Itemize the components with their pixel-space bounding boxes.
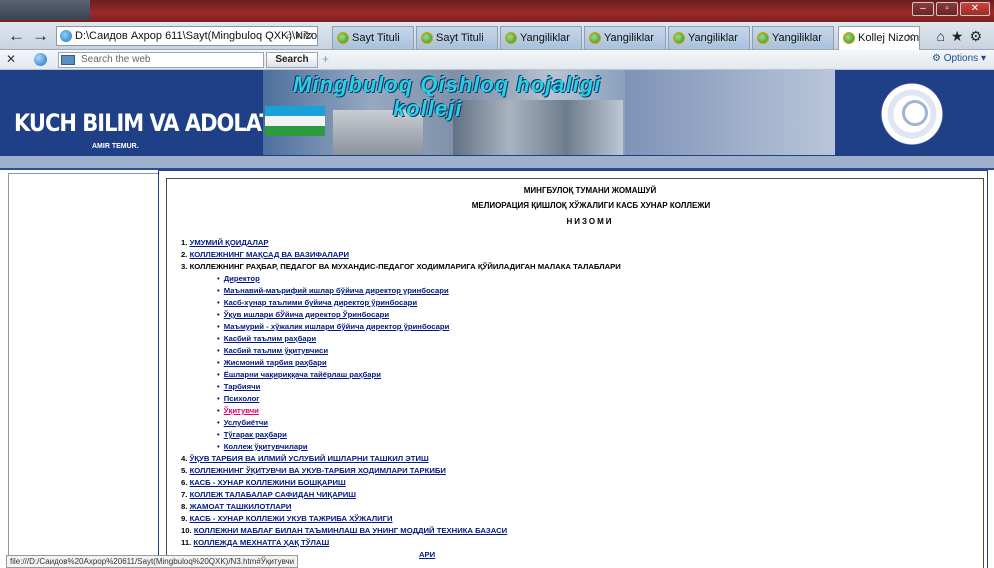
doc-heading-2: МЕЛИОРАЦИЯ ҚИШЛОҚ ХЎЖАЛИГИ КАСБ ХУНАР КО…: [471, 201, 711, 210]
ie-tab-icon: [757, 32, 769, 44]
toc-subitem[interactable]: • Ўқув ишлари бЎйича директор Ўринбосари: [217, 310, 389, 319]
flag-stripe-green: [265, 126, 325, 136]
toc-subitem[interactable]: • Директор: [217, 274, 260, 283]
tab-yangiliklar-1[interactable]: Yangiliklar: [500, 26, 582, 49]
ie-tab-icon: [589, 32, 601, 44]
left-sidebar: [8, 173, 158, 568]
web-search-input[interactable]: Search the web: [58, 52, 264, 68]
doc-heading-1: МИНГБУЛОҚ ТУМАНИ ЖОМАШУЙ: [523, 186, 657, 195]
close-tab-icon[interactable]: ✕: [906, 27, 915, 49]
tab-yangiliklar-4[interactable]: Yangiliklar: [752, 26, 834, 49]
banner-photo: Mingbuloq Qishloq hojaligi kolleji: [263, 70, 625, 155]
toc-subitem[interactable]: • Психолог: [217, 394, 260, 403]
doc-heading-3: НИЗОМИ: [566, 217, 614, 226]
flag-stripe-blue: [265, 106, 325, 116]
tab-yangiliklar-2[interactable]: Yangiliklar: [584, 26, 666, 49]
toc-item[interactable]: 6. КАСБ - ХУНАР КОЛЛЕЖИНИ БОШҚАРИШ: [181, 478, 346, 487]
forward-arrow-icon[interactable]: →: [32, 27, 49, 44]
address-text: D:\Саидов Ахрор 611\Sayt(Mingbuloq QXK)\…: [75, 30, 318, 42]
home-favorites-icons[interactable]: ⌂★⚙: [936, 28, 988, 45]
maximize-button[interactable]: ▫: [936, 2, 958, 16]
back-arrow-icon[interactable]: ←: [8, 27, 25, 44]
tab-sayt-tituli-1[interactable]: Sayt Tituli: [332, 26, 414, 49]
toc-subitem[interactable]: • Маъмурий - хўжалик ишлари бўйича директ…: [217, 322, 449, 331]
toc-subitem[interactable]: • Касбий таълим раҳбари: [217, 334, 316, 343]
toc-subitem[interactable]: • Касб-хунар таълими буйича директор ўрин…: [217, 298, 417, 307]
toc-item[interactable]: 9. КАСБ - ХУНАР КОЛЛЕЖИ УКУВ ТАЖРИБА ХЎЖ…: [181, 514, 393, 523]
toc-item[interactable]: 10. КОЛЛЕЖНИ МАБЛАҒ БИЛАН ТАЪМИНЛАШ ВА У…: [181, 526, 507, 535]
document-content: МИНГБУЛОҚ ТУМАНИ ЖОМАШУЙ МЕЛИОРАЦИЯ ҚИШЛ…: [166, 178, 984, 568]
ie-tab-icon: [673, 32, 685, 44]
search-placeholder: Search the web: [81, 54, 151, 65]
banner-gradient: [625, 70, 835, 155]
toc-item[interactable]: 4. ЎҚУВ ТАРБИЯ ВА ИЛМИЙ УСЛУБИЙ ИШЛАРНИ …: [181, 454, 429, 463]
toc-subitem[interactable]: • Услубиётчи: [217, 418, 268, 427]
toc-subitem[interactable]: • Коллеж ўқитувчилари: [217, 442, 308, 451]
banner-strip: [0, 155, 994, 170]
globe-icon[interactable]: [34, 53, 47, 66]
search-toolbar: ✕ Search the web Search + ⚙ Options ▾: [0, 50, 994, 70]
toc-subitem[interactable]: • Тарбиячи: [217, 382, 260, 391]
toc-subitem-active[interactable]: • Ўқитувчи: [217, 406, 259, 415]
toc-item[interactable]: 11. КОЛЛЕЖДА МЕХНАТГА ҲАҚ ТЎЛАШ: [181, 538, 329, 547]
navigation-bar: ← → D:\Саидов Ахрор 611\Sayt(Mingbuloq Q…: [0, 22, 994, 50]
toc-subitem[interactable]: • Тўгарак раҳбари: [217, 430, 287, 439]
window-controls: – ▫ ✕: [912, 2, 990, 16]
status-bar: file:///D:/Саидов%20Ахрор%20611/Sayt(Min…: [6, 555, 299, 568]
site-banner: KUCH BILIM VA ADOLATDADUR AMIR TEMUR. Mi…: [0, 70, 994, 155]
search-button[interactable]: Search: [266, 52, 318, 68]
toc-item[interactable]: 2. КОЛЛЕЖНИНГ МАҚСАД ВА ВАЗИФАЛАРИ: [181, 250, 349, 259]
tab-yangiliklar-3[interactable]: Yangiliklar: [668, 26, 750, 49]
state-emblem-icon: [878, 80, 946, 148]
toc-subitem[interactable]: • Маънавий-маърифий ишлар бўйича директор…: [217, 286, 449, 295]
toc-subitem[interactable]: • Касбий таълим ўқитувчиси: [217, 346, 328, 355]
toc-item[interactable]: 1. УМУМИЙ ҚОИДАЛАР: [181, 238, 269, 247]
ie-tab-icon: [505, 32, 517, 44]
address-bar[interactable]: D:\Саидов Ахрор 611\Sayt(Mingbuloq QXK)\…: [56, 26, 318, 46]
college-logo-line2: kolleji: [393, 96, 463, 121]
address-controls[interactable]: ⌕ ▾ ↻: [286, 27, 313, 45]
slogan-author: AMIR TEMUR.: [92, 143, 139, 150]
toc-subitem[interactable]: • Жисмоний тарбия раҳбари: [217, 358, 327, 367]
options-menu[interactable]: ⚙ Options ▾: [932, 53, 986, 64]
toc-item[interactable]: 8. ЖАМОАТ ТАШКИЛОТЛАРИ: [181, 502, 291, 511]
window-titlebar: – ▫ ✕: [0, 0, 994, 22]
ie-tab-icon: [421, 32, 433, 44]
tab-sayt-tituli-2[interactable]: Sayt Tituli: [416, 26, 498, 49]
titlebar-left-area: [0, 0, 90, 20]
close-window-button[interactable]: ✕: [960, 2, 990, 16]
toc-item: 3. КОЛЛЕЖНИНГ РАҲБАР, ПЕДАГОГ ВА МУХАНДИ…: [181, 262, 621, 271]
toc-item[interactable]: 7. КОЛЛЕЖ ТАЛАБАЛАР САФИДАН ЧИҚАРИШ: [181, 490, 356, 499]
college-logo-line1: Mingbuloq Qishloq hojaligi: [293, 72, 602, 97]
toc-item-partial[interactable]: АРИ: [419, 550, 435, 559]
students-photo: [453, 100, 623, 155]
ie-tab-icon: [843, 32, 855, 44]
minimize-button[interactable]: –: [912, 2, 934, 16]
toc-subitem[interactable]: • Ёшларни чақириққача тайёрлаш раҳбари: [217, 370, 381, 379]
close-toolbar-icon[interactable]: ✕: [6, 52, 16, 66]
ie-page-icon: [60, 30, 72, 42]
toc-item[interactable]: 5. КОЛЛЕЖНИНГ ЎҚИТУВЧИ ВА УКУВ-ТАРБИЯ ХО…: [181, 466, 446, 475]
search-provider-icon[interactable]: [61, 55, 75, 65]
add-icon[interactable]: +: [322, 52, 329, 66]
tab-kollej-nizomi[interactable]: Kollej Nizomi ✕: [838, 26, 920, 50]
ie-tab-icon: [337, 32, 349, 44]
flag-stripe-white: [265, 116, 325, 126]
